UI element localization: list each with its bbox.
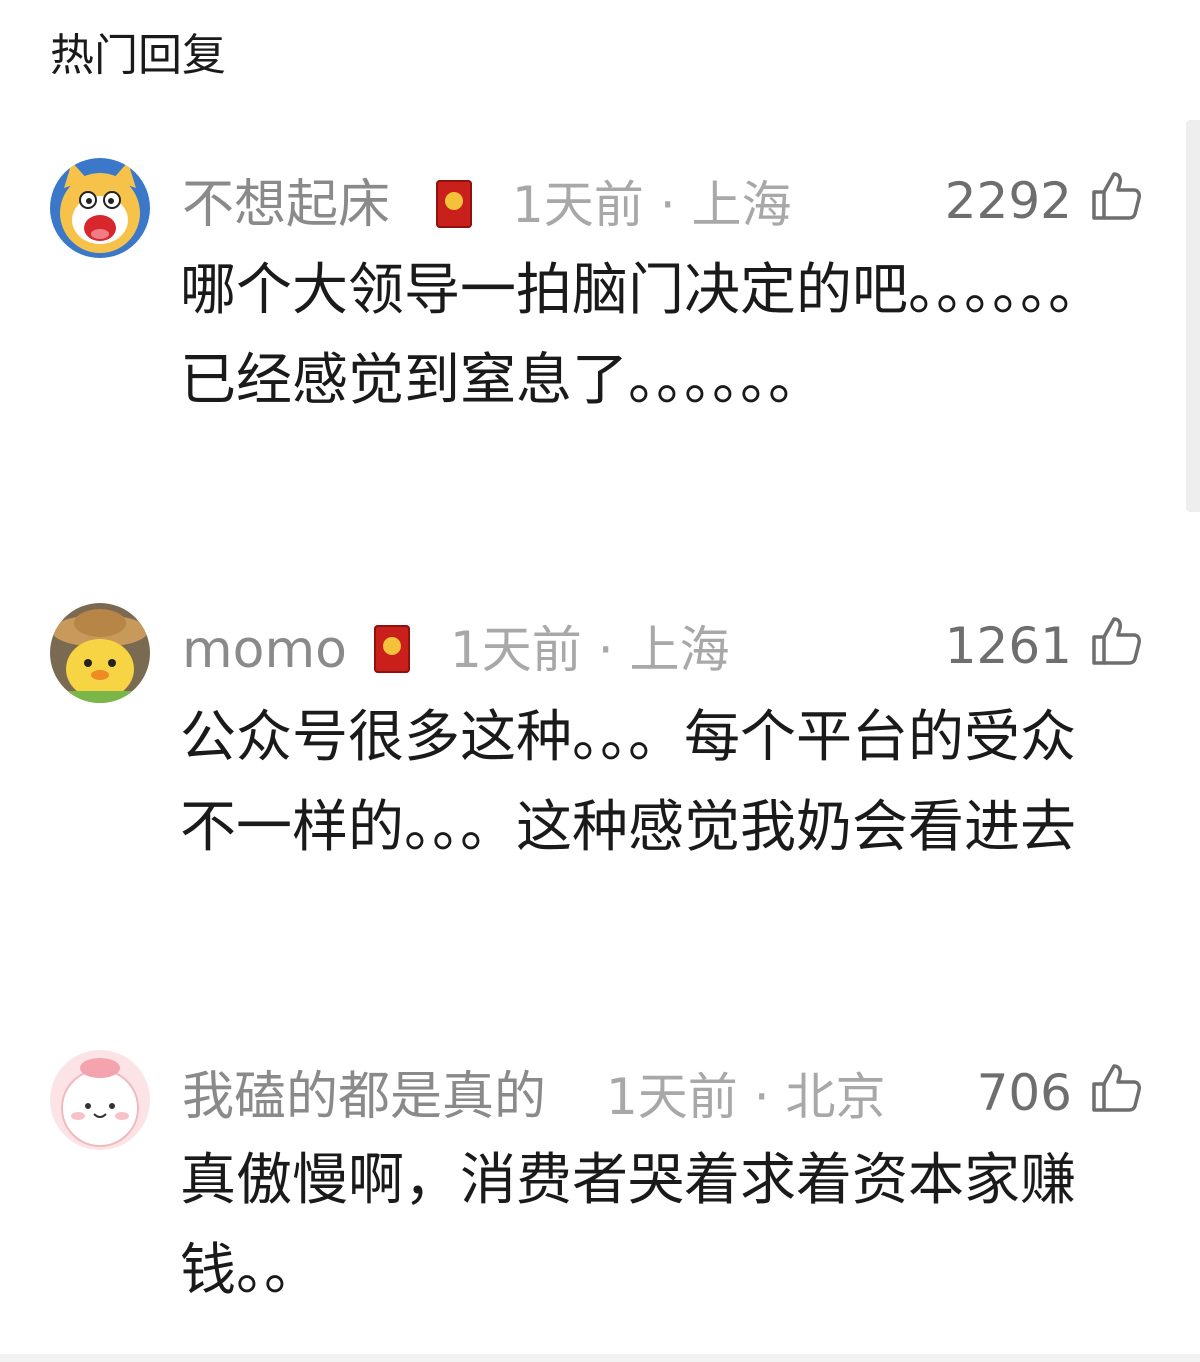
comment-text: 公众号很多这种。。。每个平台的受众不一样的。。。这种感觉我奶会看进去 [180, 705, 1076, 860]
thumbs-up-icon[interactable] [1088, 613, 1144, 669]
avatar[interactable] [50, 603, 150, 703]
comment-meta: 1天前 · 上海 [450, 621, 730, 679]
red-envelope-badge-icon [374, 625, 410, 673]
username[interactable]: 不想起床 [182, 170, 390, 240]
section-title: 热门回复 [50, 30, 226, 81]
comment-item: 我磕的都是真的 1天前 · 北京 706 真傲慢啊，消费者哭着求着资本家赚钱。。 [0, 1050, 1200, 1330]
like-count: 706 [976, 1064, 1072, 1122]
cartoon-cat-avatar-icon [50, 158, 150, 258]
avatar[interactable] [50, 158, 150, 258]
comment-item: 不想起床 1天前 · 上海 2292 哪个大领导一拍脑门决定的吧。。。。。。已经… [0, 158, 1200, 518]
thumbs-up-icon[interactable] [1088, 168, 1144, 224]
like-count: 2292 [944, 172, 1072, 230]
like-count: 1261 [944, 617, 1072, 675]
username[interactable]: momo [182, 615, 347, 685]
yellow-chick-avatar-icon [50, 603, 150, 703]
comment-item: momo 1天前 · 上海 1261 公众号很多这种。。。每个平台的受众不一样的… [0, 603, 1200, 963]
pink-blob-avatar-icon [50, 1050, 150, 1150]
red-envelope-badge-icon [436, 180, 472, 228]
comment-meta: 1天前 · 北京 [606, 1068, 886, 1126]
divider [0, 1354, 1200, 1362]
avatar[interactable] [50, 1050, 150, 1150]
username[interactable]: 我磕的都是真的 [182, 1062, 546, 1132]
comment-meta: 1天前 · 上海 [512, 176, 792, 234]
thumbs-up-icon[interactable] [1088, 1060, 1144, 1116]
comment-text: 哪个大领导一拍脑门决定的吧。。。。。。已经感觉到窒息了。。。。。。 [180, 258, 1104, 413]
comment-text: 真傲慢啊，消费者哭着求着资本家赚钱。。 [180, 1148, 1076, 1303]
